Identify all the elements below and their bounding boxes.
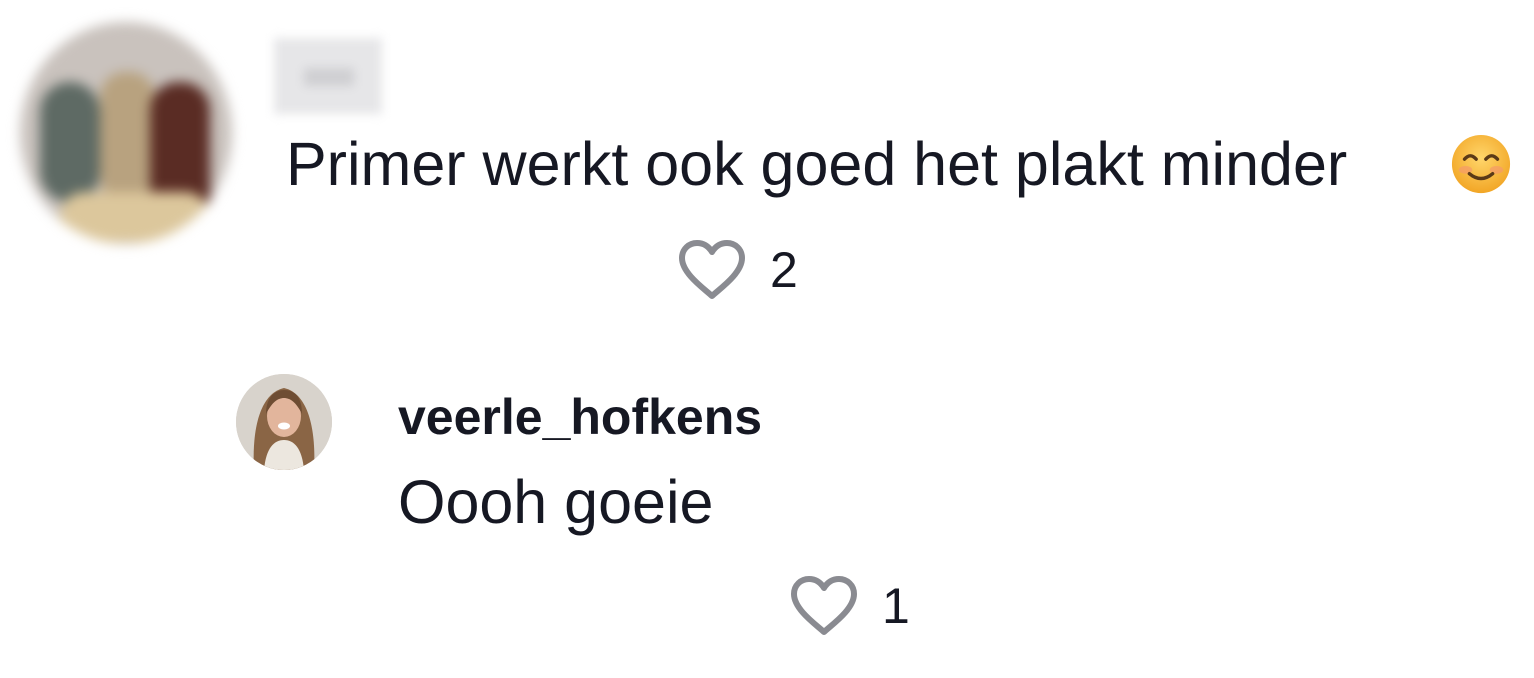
heart-outline-icon[interactable] xyxy=(788,574,860,638)
reply-text: Oooh goeie xyxy=(398,468,714,536)
commenter-avatar[interactable] xyxy=(20,22,232,244)
smiling-face-emoji-icon xyxy=(1451,134,1511,194)
heart-outline-icon[interactable] xyxy=(676,238,748,302)
reply-avatar[interactable] xyxy=(236,374,332,470)
comment-like-button[interactable]: 2 xyxy=(676,238,798,302)
reply-like-count: 1 xyxy=(882,578,910,634)
commenter-username-redacted xyxy=(274,38,382,114)
user-avatar-photo xyxy=(236,374,332,470)
comment-text: Primer werkt ook goed het plakt minder xyxy=(286,130,1348,198)
comment-like-count: 2 xyxy=(770,242,798,298)
reply-like-button[interactable]: 1 xyxy=(788,574,910,638)
reply-username[interactable]: veerle_hofkens xyxy=(398,388,762,446)
